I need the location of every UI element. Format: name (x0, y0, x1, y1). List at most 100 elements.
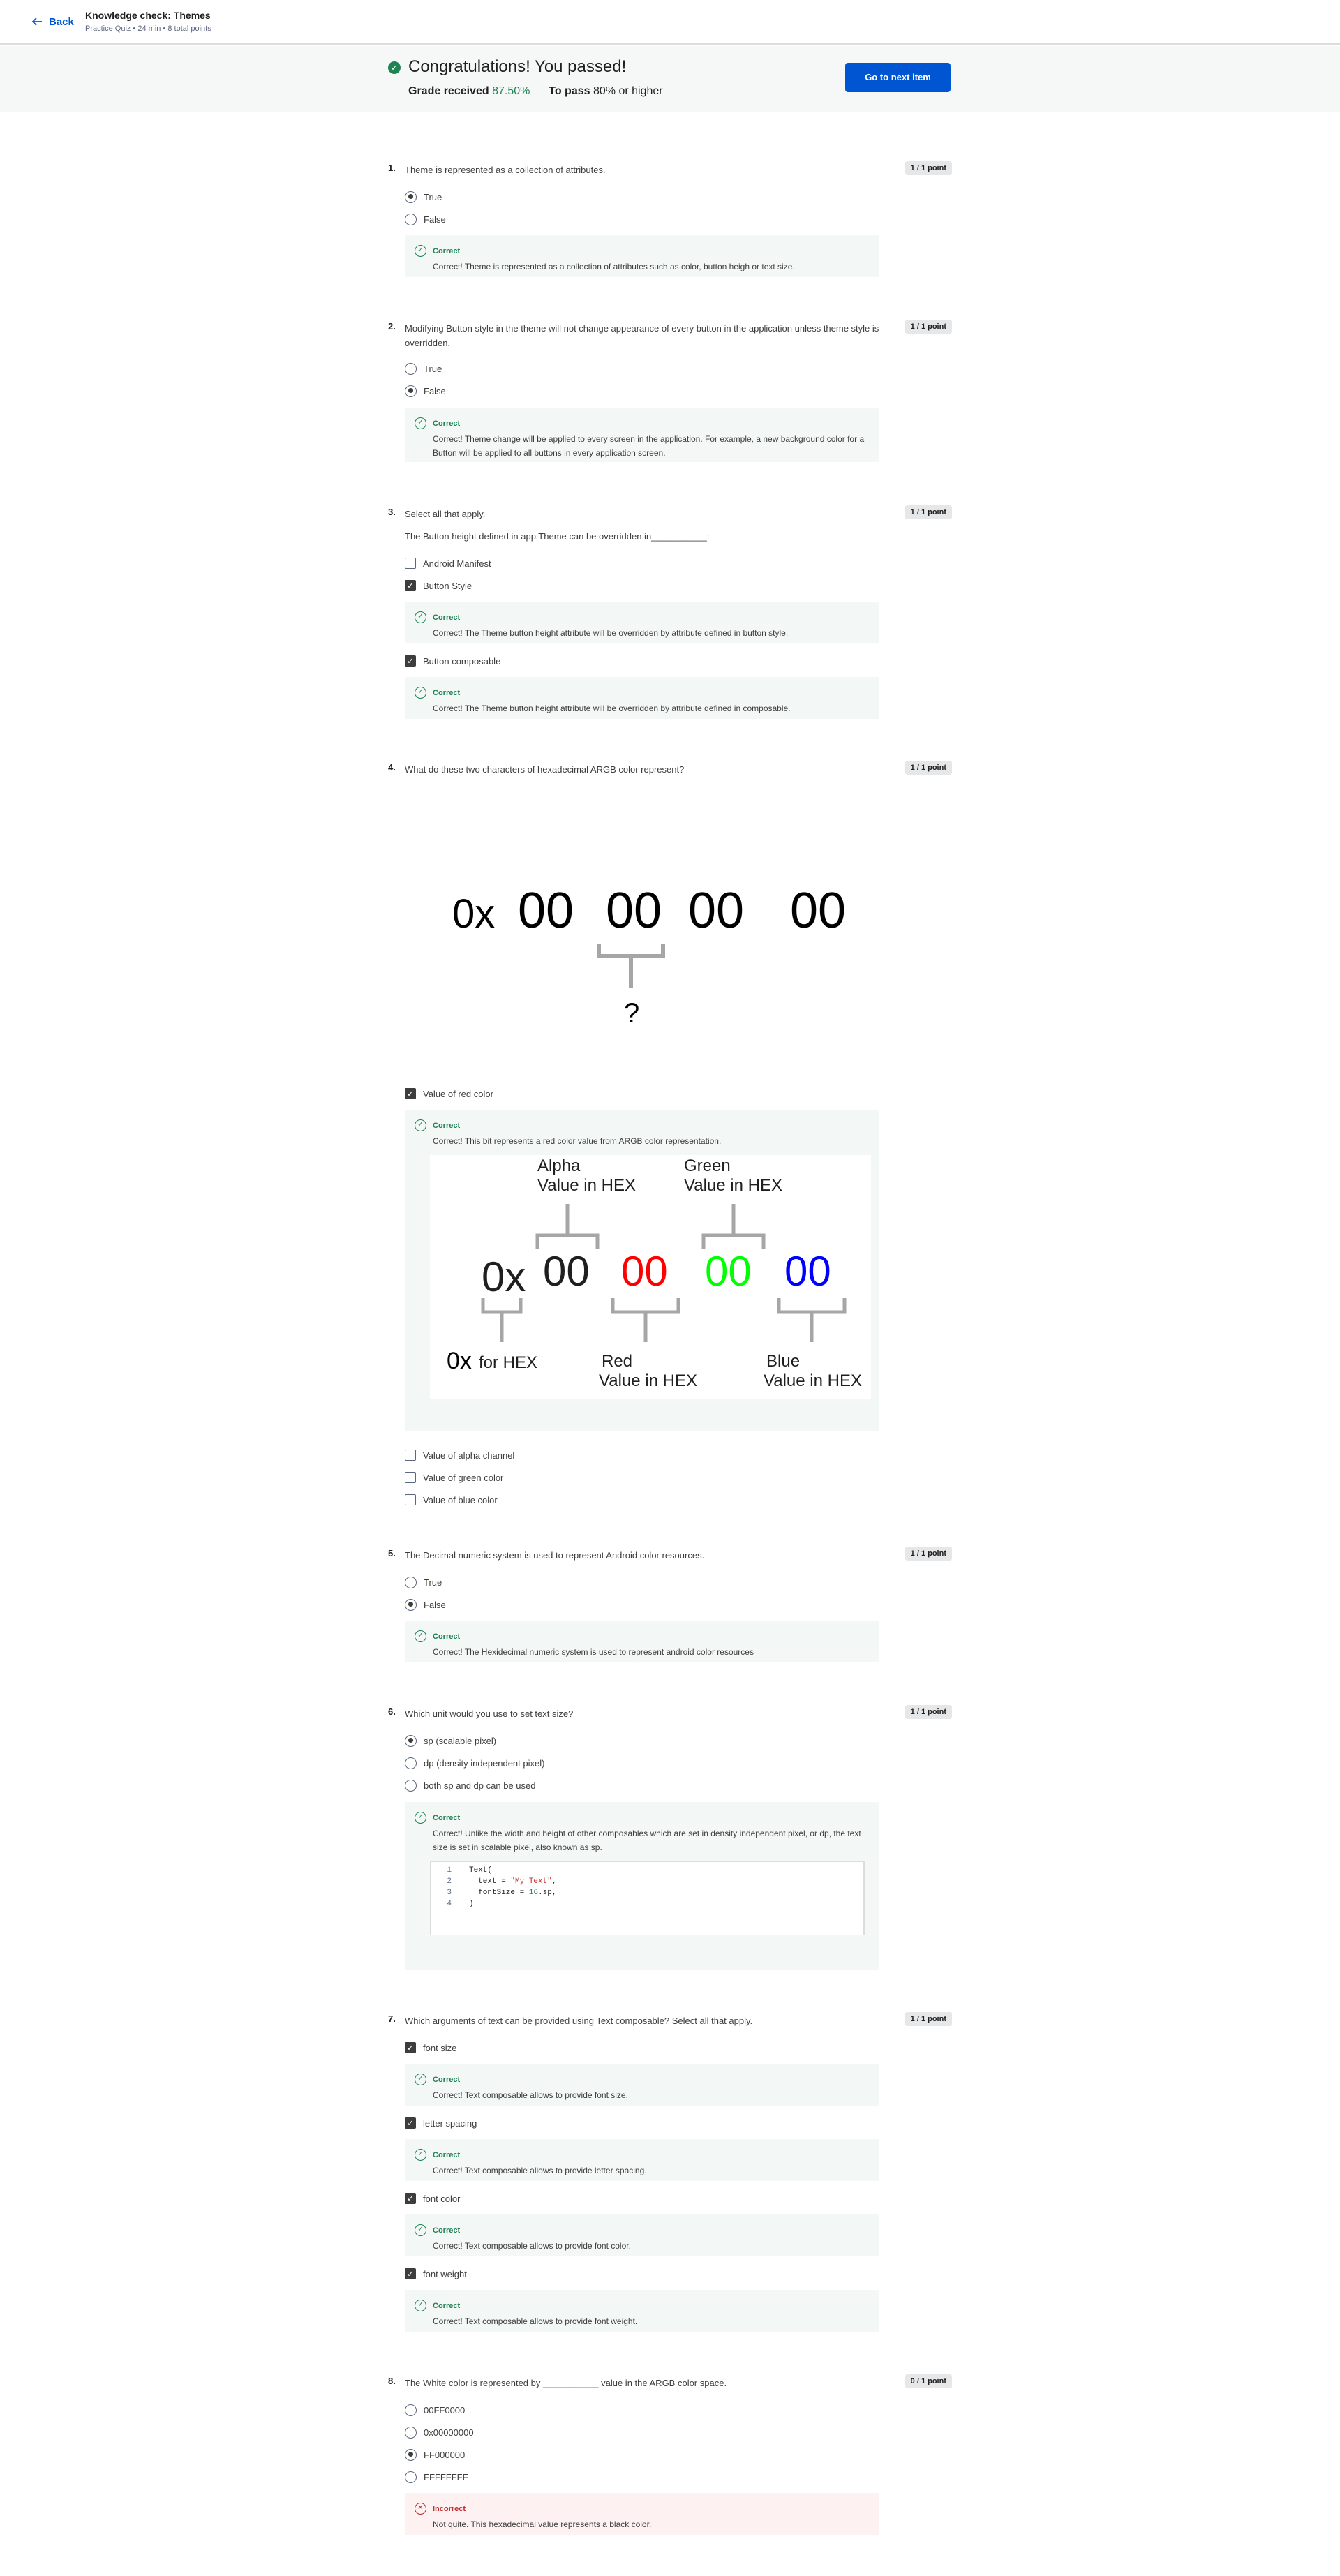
option-blue[interactable]: Value of blue color (405, 1494, 498, 1506)
option-true[interactable]: True (405, 191, 442, 203)
line-number: 4 (447, 1900, 452, 1908)
option-true[interactable]: True (405, 362, 442, 375)
feedback-correct: ✓ Correct Correct! The Theme button heigh… (405, 602, 879, 643)
option-both[interactable]: both sp and dp can be used (405, 1779, 535, 1792)
option-label: Value of alpha channel (423, 1450, 515, 1461)
option-label: FFFFFFFF (424, 2471, 468, 2482)
points-badge: 1 / 1 point (904, 505, 952, 519)
option-green[interactable]: Value of green color (405, 1471, 503, 1484)
option-ffffffff[interactable]: FFFFFFFF (405, 2471, 468, 2483)
radio[interactable] (405, 1757, 417, 1769)
option-android-manifest[interactable]: Android Manifest (405, 557, 491, 569)
radio-selected[interactable] (405, 191, 417, 203)
pass-label: To pass (549, 85, 590, 97)
option-label: Button Style (423, 580, 472, 591)
option-dp[interactable]: dp (density independent pixel) (405, 1757, 544, 1769)
green-value: 00 (705, 1248, 752, 1295)
option-0x00000000[interactable]: 0x00000000 (405, 2426, 474, 2439)
option-button-style[interactable]: ✓ Button Style (405, 579, 472, 592)
feedback-label: Correct (433, 613, 461, 622)
option-button-composable[interactable]: ✓ Button composable (405, 655, 500, 667)
checkbox-checked[interactable]: ✓ (405, 655, 416, 667)
option-false[interactable]: False (405, 385, 446, 397)
points-badge: 0 / 1 point (904, 2374, 952, 2388)
radio[interactable] (405, 362, 417, 375)
question-mark: ? (624, 998, 640, 1029)
option-letter-spacing[interactable]: ✓ letter spacing (405, 2117, 477, 2129)
option-alpha[interactable]: Value of alpha channel (405, 1449, 514, 1461)
check-circle-icon: ✓ (388, 61, 401, 74)
radio[interactable] (405, 2471, 417, 2483)
checkbox[interactable] (405, 558, 416, 569)
hex-group: 00 (790, 883, 847, 939)
option-red[interactable]: ✓ Value of red color (405, 1087, 493, 1100)
question-number: 5. (388, 1548, 396, 1558)
blue-sub: Value in HEX (764, 1371, 862, 1390)
feedback-text: Correct! The Theme button height attribu… (433, 703, 791, 713)
check-circle-icon: ✓ (415, 245, 426, 257)
option-font-size[interactable]: ✓ font size (405, 2041, 456, 2054)
checkbox[interactable] (405, 1494, 416, 1505)
question-text: Which arguments of text can be provided … (405, 2016, 753, 2026)
option-label: sp (scalable pixel) (424, 1735, 497, 1746)
line-number: 2 (447, 1877, 452, 1886)
question-number: 2. (388, 321, 396, 332)
check-circle-icon: ✓ (415, 2300, 426, 2311)
feedback-label: Correct (433, 1632, 461, 1641)
option-label: Value of green color (423, 1472, 504, 1483)
next-item-button[interactable]: Go to next item (845, 63, 951, 92)
checkbox-checked[interactable]: ✓ (405, 580, 416, 591)
option-font-color[interactable]: ✓ font color (405, 2192, 460, 2205)
radio[interactable] (405, 213, 417, 225)
back-link[interactable]: Back (31, 15, 74, 28)
feedback-correct: ✓ Correct Correct! Text composable allows… (405, 2214, 879, 2256)
radio[interactable] (405, 2404, 417, 2416)
checkbox-checked[interactable]: ✓ (405, 2117, 416, 2129)
question-number: 4. (388, 762, 396, 773)
check-circle-icon: ✓ (415, 687, 426, 699)
checkbox[interactable] (405, 1450, 416, 1461)
feedback-correct: ✓ Correct Correct! Text composable allows… (405, 2290, 879, 2332)
feedback-correct: ✓ Correct Correct! The Hexidecimal numeri… (405, 1621, 879, 1662)
checkbox-checked[interactable]: ✓ (405, 2268, 416, 2279)
radio-selected[interactable] (405, 2448, 417, 2461)
quiz-meta: Practice Quiz • 24 min • 8 total points (85, 24, 211, 33)
question-number: 6. (388, 1706, 396, 1717)
question-number: 1. (388, 163, 396, 173)
checkbox[interactable] (405, 1472, 416, 1483)
option-ff000000[interactable]: FF000000 (405, 2448, 465, 2461)
radio-selected[interactable] (405, 1598, 417, 1611)
radio[interactable] (405, 1779, 417, 1792)
option-false[interactable]: False (405, 1598, 446, 1611)
feedback-label: Correct (433, 2226, 461, 2235)
option-false[interactable]: False (405, 213, 446, 225)
code-block: 1 2 3 4 Text( text = "My Text", fontSize… (430, 1861, 865, 1935)
argb-prefix: 0x (482, 1253, 526, 1300)
quiz-title: Knowledge check: Themes (85, 10, 211, 21)
checkbox-checked[interactable]: ✓ (405, 2042, 416, 2053)
points-badge: 1 / 1 point (904, 761, 952, 775)
checkbox-checked[interactable]: ✓ (405, 2193, 416, 2204)
option-label: both sp and dp can be used (424, 1780, 536, 1791)
option-true[interactable]: True (405, 1576, 442, 1588)
radio-selected[interactable] (405, 1734, 417, 1747)
radio-selected[interactable] (405, 385, 417, 397)
code-line: ) (469, 1900, 474, 1908)
hex-group: 00 (518, 883, 574, 939)
grade-label: Grade received (408, 85, 489, 97)
radio[interactable] (405, 2426, 417, 2439)
result-banner: ✓ Congratulations! You passed! Grade rec… (0, 46, 1340, 112)
feedback-label: Correct (433, 1813, 461, 1822)
option-00ff0000[interactable]: 00FF0000 (405, 2404, 465, 2416)
option-label: False (424, 214, 446, 225)
checkbox-checked[interactable]: ✓ (405, 1088, 416, 1099)
option-label: font size (423, 2042, 457, 2053)
question-text: The White color is represented by ______… (405, 2378, 727, 2388)
code-line: Text( (469, 1866, 493, 1875)
hex-question-figure: 0x 00 00 00 00 ? (441, 865, 874, 1054)
pass-value: 80% or higher (593, 85, 663, 97)
option-font-weight[interactable]: ✓ font weight (405, 2268, 467, 2280)
radio[interactable] (405, 1576, 417, 1588)
option-sp[interactable]: sp (scalable pixel) (405, 1734, 496, 1747)
arrow-left-icon (31, 17, 42, 26)
